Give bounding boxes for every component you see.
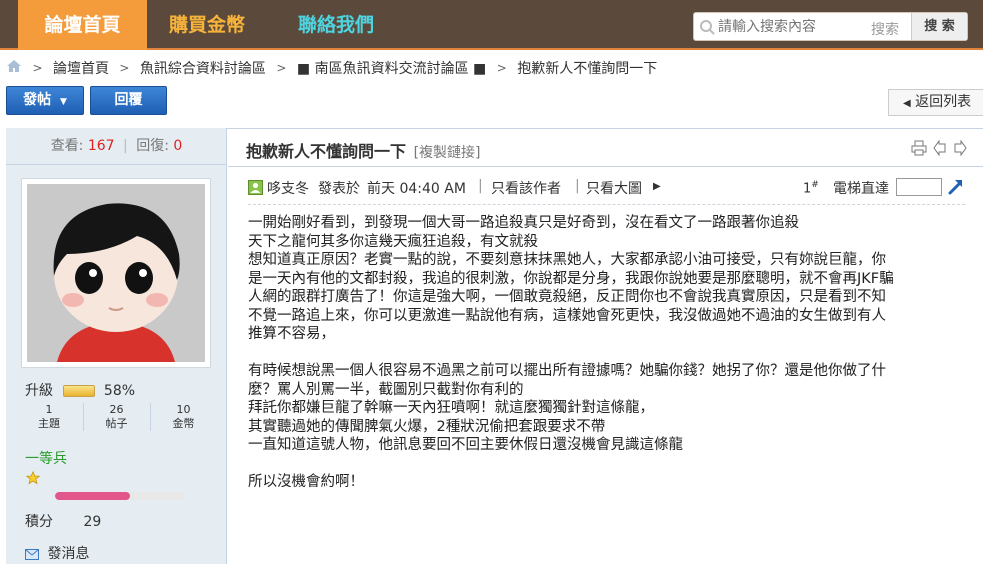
- level-label: 升級: [25, 383, 53, 399]
- chevron-right-icon: >: [496, 61, 507, 75]
- post-line: 推算不容易，: [248, 326, 335, 342]
- print-icon[interactable]: [911, 140, 927, 156]
- chevron-right-icon: >: [119, 61, 130, 75]
- post-title-row: 抱歉新人不懂詢問一下 [複製鏈接]: [246, 138, 481, 162]
- breadcrumb: > 論壇首頁 > 魚訊綜合資料討論區 > ■ 南區魚訊資料交流討論區 ■ > 抱…: [6, 58, 657, 78]
- breadcrumb-item[interactable]: ■ 南區魚訊資料交流討論區 ■: [297, 58, 486, 78]
- search-button[interactable]: 搜 索: [911, 13, 967, 40]
- post-line: 麼？罵人別罵一半，截圖別只截對你有利的: [248, 381, 524, 398]
- views-count: 167: [87, 138, 115, 154]
- rank-title[interactable]: 一等兵: [25, 448, 67, 468]
- replies-label: 回復:: [136, 138, 169, 154]
- posted-label: 發表於: [318, 181, 360, 197]
- only-author-link[interactable]: 只看該作者: [491, 178, 561, 198]
- only-images-link[interactable]: 只看大圖: [586, 178, 642, 198]
- author-counts: 1 主題 26 帖子 10 金幣: [16, 403, 216, 435]
- breadcrumb-item[interactable]: 論壇首頁: [53, 58, 109, 78]
- back-to-list-label: 返回列表: [915, 94, 972, 110]
- level-row: 升級 58%: [25, 380, 135, 400]
- count-label: 帖子: [105, 417, 128, 430]
- rank-progress-fill: [55, 492, 131, 500]
- nav-forum-home[interactable]: 論壇首頁: [18, 0, 147, 50]
- level-progress-bar: [63, 385, 96, 397]
- jump-floor-input[interactable]: [896, 178, 942, 196]
- level-percent: 58%: [103, 383, 136, 399]
- floor-mark: #: [811, 180, 819, 190]
- post-line: 一直知道這號人物，他訊息要回不回主要休假日還沒機會見識這條龍: [248, 437, 683, 453]
- online-user-icon: [248, 180, 263, 195]
- send-message-label: 發消息: [47, 546, 90, 562]
- post-line: 一開始剛好看到，到發現一個大哥一路追殺真只是好奇到，沒在看文了一路跟著你追殺: [248, 215, 799, 231]
- stats-divider: |: [123, 138, 128, 154]
- chevron-right-icon: >: [32, 61, 43, 75]
- search-scope-label[interactable]: 搜索: [871, 19, 899, 39]
- new-post-button[interactable]: 發帖 ▼: [6, 86, 84, 115]
- next-thread-icon[interactable]: [953, 140, 967, 156]
- post-header: 抱歉新人不懂詢問一下 [複製鏈接]: [228, 128, 983, 167]
- rank-progress-bar: [55, 492, 185, 500]
- home-icon[interactable]: [6, 59, 22, 77]
- count-label: 金幣: [172, 417, 195, 430]
- post-line: 其實聽過她的傳聞脾氣火爆，2種狀況偷把套跟要求不帶: [248, 418, 606, 435]
- count-value: 10: [176, 403, 191, 416]
- post-title: 抱歉新人不懂詢問一下: [246, 142, 407, 161]
- avatar-image: [27, 184, 205, 362]
- post-divider: [248, 204, 965, 205]
- breadcrumb-current[interactable]: 抱歉新人不懂詢問一下: [517, 58, 657, 78]
- nav-contact-us[interactable]: 聯絡我們: [278, 0, 394, 50]
- count-value: 26: [109, 403, 124, 416]
- thread-stats: 查看: 167 | 回復: 0: [6, 128, 227, 165]
- post-line: 是一天內有他的文都封殺，我追的很刺激，你說都是分身，我跟你說她要是那麼聰明，就不…: [248, 270, 894, 287]
- count-value: 1: [45, 403, 53, 416]
- meta-divider: |: [575, 178, 580, 194]
- caret-right-icon: ▶: [653, 181, 661, 192]
- points-label: 積分: [25, 514, 53, 530]
- post-line: 不覺一路追上來，你可以更激進一點說他有病，這樣她會死更快，我沒做過她不過油的女生…: [248, 307, 886, 324]
- search-box: 搜索 搜 索: [693, 12, 968, 41]
- author-sidebar: 查看: 167 | 回復: 0 升級 58% 1 主題 26 帖子 10 金幣 …: [6, 128, 227, 564]
- floor-number[interactable]: 1#: [803, 180, 819, 196]
- back-to-list-button[interactable]: ◀ 返回列表: [888, 89, 983, 116]
- post-time: 前天 04:40 AM: [367, 181, 466, 197]
- reply-button[interactable]: 回覆: [90, 86, 167, 115]
- count-topics[interactable]: 1 主題: [16, 403, 82, 431]
- post-line: 天下之龍何其多你這幾天瘋狂追殺，有文就殺: [248, 233, 538, 250]
- caret-left-icon: ◀: [903, 98, 911, 109]
- views-label: 查看:: [50, 138, 84, 154]
- post-line: 人網的跟群打廣告了！你這是強大啊，一個敢竟殺絕，反正問你也不會說我真實原因，只是…: [248, 289, 886, 305]
- post-meta: 哆支冬 發表於 前天 04:40 AM | 只看該作者 | 只看大圖 ▶ 1# …: [248, 178, 968, 200]
- replies-count: 0: [173, 138, 183, 154]
- points-value: 29: [83, 514, 102, 530]
- star-icon: [26, 471, 40, 485]
- search-input[interactable]: [718, 16, 868, 37]
- copy-link[interactable]: [複製鏈接]: [414, 145, 481, 161]
- mail-icon: [25, 548, 39, 560]
- breadcrumb-item[interactable]: 魚訊綜合資料討論區: [140, 58, 266, 78]
- chevron-right-icon: >: [276, 61, 287, 75]
- post-line: 有時候想說黑一個人很容易不過黑之前可以擺出所有證據嗎？她騙你錢？她拐了你？還是他…: [248, 363, 886, 379]
- post-body: 一開始剛好看到，到發現一個大哥一路追殺真只是好奇到，沒在看文了一路跟著你追殺 天下…: [248, 214, 968, 492]
- post-tools: [911, 140, 971, 156]
- send-message-link[interactable]: 發消息: [25, 543, 89, 563]
- post-line: 拜託你都嫌巨龍了幹嘛一天內狂噴啊！就這麼獨獨針對這條龍，: [248, 400, 654, 416]
- search-icon: [700, 20, 715, 35]
- new-post-label: 發帖: [23, 92, 52, 108]
- jump-label: 電梯直達: [833, 181, 889, 197]
- count-posts[interactable]: 26 帖子: [83, 403, 149, 431]
- caret-down-icon: ▼: [59, 97, 67, 107]
- count-label: 主題: [38, 417, 60, 430]
- meta-divider: |: [478, 178, 483, 194]
- top-navbar: 論壇首頁 購買金幣 聯絡我們 搜索 搜 索: [0, 0, 983, 50]
- avatar[interactable]: [21, 178, 211, 368]
- post-line: 想知道真正原因？老實一點的說，不要刻意抹抹黑她人，大家都承認小油可接受，只有妳說…: [248, 252, 886, 268]
- prev-thread-icon[interactable]: [933, 140, 947, 156]
- author-name[interactable]: 哆支冬: [267, 178, 309, 198]
- count-coins[interactable]: 10 金幣: [150, 403, 216, 431]
- points-row: 積分 29: [25, 511, 101, 531]
- post-line: 所以沒機會約啊！: [248, 474, 364, 490]
- go-arrow-icon[interactable]: [948, 178, 964, 195]
- nav-buy-coins[interactable]: 購買金幣: [149, 0, 265, 50]
